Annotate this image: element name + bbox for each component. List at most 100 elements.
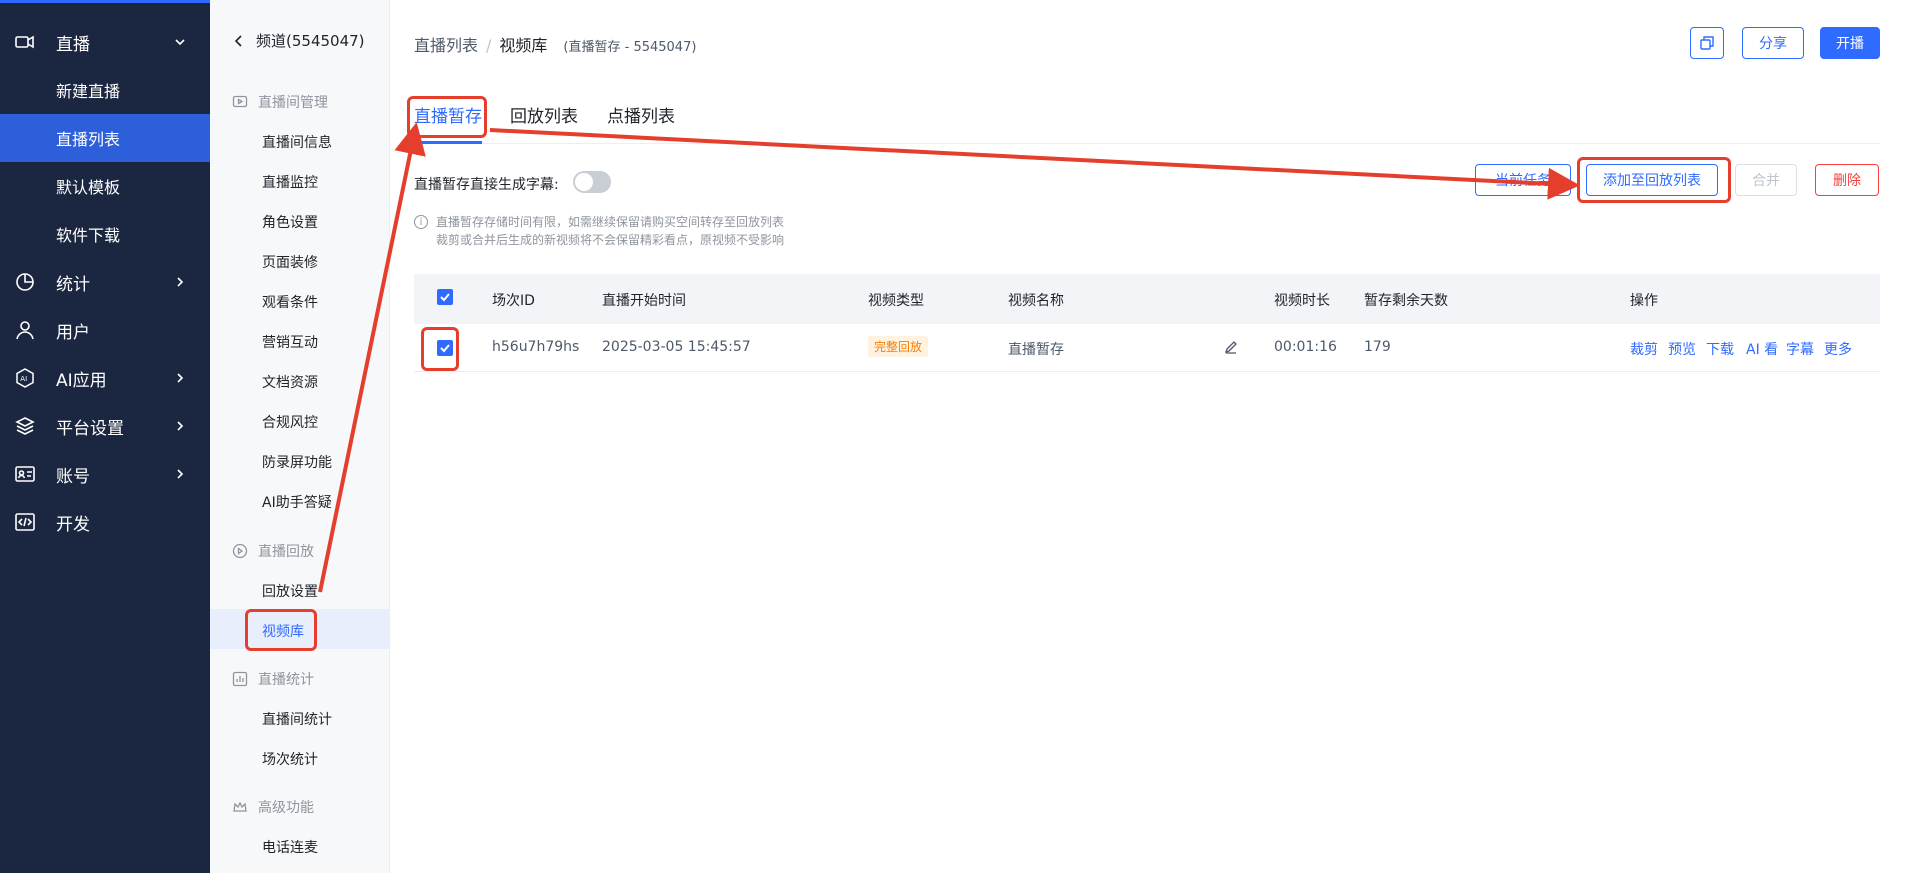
side-item-ai-assistant[interactable]: AI助手答疑 — [262, 492, 332, 512]
nav-item-default-template[interactable]: 默认模板 — [0, 162, 210, 210]
cell-start-time: 2025-03-05 15:45:57 — [602, 339, 751, 355]
crumb-meta: (直播暂存 - 5545047) — [563, 40, 697, 55]
back-to-channel[interactable]: 频道(5545047) — [232, 30, 365, 51]
ai-hexagon-icon: AI — [14, 367, 36, 389]
nav-label: 默认模板 — [56, 178, 121, 197]
user-icon — [14, 319, 36, 341]
info-icon: i — [414, 215, 428, 229]
start-live-button[interactable]: 开播 — [1820, 27, 1880, 59]
main-nav: 直播 新建直播 直播列表 默认模板 软件下载 统计 用户 AI AI应用 平台设… — [0, 0, 210, 873]
video-type-badge: 完整回放 — [868, 336, 929, 357]
cell-remaining-days: 179 — [1364, 339, 1391, 355]
nav-label: 平台设置 — [56, 418, 124, 439]
side-item-documents[interactable]: 文档资源 — [262, 372, 318, 392]
side-group-stats: 直播统计 — [232, 669, 314, 689]
copy-icon — [1700, 36, 1714, 50]
nav-item-platform-settings[interactable]: 平台设置 — [0, 402, 210, 450]
channel-label: 频道(5545047) — [256, 32, 365, 50]
side-group-label: 高级功能 — [258, 800, 314, 816]
side-item-room-info[interactable]: 直播间信息 — [262, 132, 332, 152]
nav-label: 用户 — [56, 322, 90, 343]
tab-vod-list[interactable]: 点播列表 — [607, 102, 675, 127]
col-remaining-days: 暂存剩余天数 — [1364, 293, 1448, 309]
id-card-icon — [14, 463, 36, 485]
nav-item-ai-apps[interactable]: AI AI应用 — [0, 354, 210, 402]
chevron-left-icon — [234, 34, 242, 47]
side-item-monitor[interactable]: 直播监控 — [262, 172, 318, 192]
nav-label: AI应用 — [56, 370, 107, 391]
side-item-anti-record[interactable]: 防录屏功能 — [262, 452, 332, 472]
subtitle-toggle-label: 直播暂存直接生成字幕: — [414, 177, 559, 193]
nav-label: 直播列表 — [56, 130, 121, 149]
layers-icon — [14, 415, 36, 437]
side-item-roles[interactable]: 角色设置 — [262, 212, 318, 232]
playback-icon — [232, 543, 248, 559]
main-content: 直播列表 / 视频库 (直播暂存 - 5545047) 分享 开播 直播暂存 回… — [390, 0, 1906, 873]
nav-label: 开发 — [56, 514, 90, 535]
nav-item-develop[interactable]: 开发 — [0, 498, 210, 546]
nav-item-live[interactable]: 直播 — [0, 18, 210, 66]
tab-playback-list[interactable]: 回放列表 — [510, 102, 578, 127]
channel-sidebar: 频道(5545047) 直播间管理 直播间信息 直播监控 角色设置 页面装修 观… — [210, 0, 390, 873]
side-item-room-stats[interactable]: 直播间统计 — [262, 709, 332, 729]
chevron-right-icon — [177, 277, 184, 287]
notice-line: 直播暂存存储时间有限，如需继续保留请购买空间转存至回放列表 — [436, 215, 785, 229]
op-more[interactable]: 更多 — [1824, 339, 1852, 359]
select-all-checkbox[interactable] — [437, 289, 453, 305]
op-clip[interactable]: 裁剪 — [1630, 339, 1658, 359]
side-group-label: 直播回放 — [258, 544, 314, 560]
op-preview[interactable]: 预览 — [1668, 339, 1696, 359]
share-button[interactable]: 分享 — [1742, 27, 1804, 59]
nav-item-users[interactable]: 用户 — [0, 306, 210, 354]
toggle-knob — [575, 173, 593, 191]
col-duration: 视频时长 — [1274, 293, 1330, 309]
crown-icon — [233, 801, 247, 812]
bar-chart-icon — [232, 671, 248, 687]
nav-top-accent — [0, 0, 210, 3]
nav-item-stats[interactable]: 统计 — [0, 258, 210, 306]
side-item-compliance[interactable]: 合规风控 — [262, 412, 318, 432]
breadcrumb: 直播列表 / 视频库 (直播暂存 - 5545047) — [414, 32, 696, 56]
side-item-decoration[interactable]: 页面装修 — [262, 252, 318, 272]
nav-label: 新建直播 — [56, 82, 121, 101]
side-item-phone-mic[interactable]: 电话连麦 — [262, 837, 318, 857]
nav-item-account[interactable]: 账号 — [0, 450, 210, 498]
merge-button[interactable]: 合并 — [1735, 164, 1797, 196]
cell-duration: 00:01:16 — [1274, 339, 1337, 355]
side-group-live-room: 直播间管理 — [232, 92, 328, 112]
crumb-current: 视频库 — [499, 36, 548, 55]
cell-video-name: 直播暂存 — [1008, 342, 1064, 358]
chevron-right-icon — [177, 469, 184, 479]
side-item-watch-conditions[interactable]: 观看条件 — [262, 292, 318, 312]
nav-label: 统计 — [56, 274, 90, 295]
delete-button[interactable]: 删除 — [1815, 164, 1879, 196]
op-ai-watch[interactable]: AI 看 — [1746, 339, 1778, 359]
current-task-button[interactable]: 当前任务 — [1475, 164, 1571, 196]
svg-text:AI: AI — [20, 375, 27, 383]
op-download[interactable]: 下载 — [1706, 339, 1734, 359]
notice-line: 裁剪或合并后生成的新视频将不会保留精彩看点，原视频不受影响 — [436, 233, 785, 247]
copy-button[interactable] — [1690, 27, 1724, 59]
tab-active-underline — [414, 141, 482, 144]
crumb-parent[interactable]: 直播列表 — [414, 32, 478, 56]
chevron-right-icon — [177, 373, 184, 383]
nav-item-software-download[interactable]: 软件下载 — [0, 210, 210, 258]
nav-item-new-live[interactable]: 新建直播 — [0, 66, 210, 114]
highlight-tab-live-temp — [407, 96, 487, 138]
edit-pencil-icon[interactable] — [1224, 340, 1238, 354]
highlight-add-button — [1577, 157, 1731, 203]
table-header: 场次ID 直播开始时间 视频类型 视频名称 视频时长 暂存剩余天数 操作 — [414, 274, 1880, 324]
nav-item-live-list[interactable]: 直播列表 — [0, 114, 210, 162]
code-icon — [14, 511, 36, 533]
nav-label: 账号 — [56, 466, 90, 487]
chevron-right-icon — [177, 421, 184, 431]
col-session-id: 场次ID — [492, 293, 535, 309]
side-item-marketing[interactable]: 营销互动 — [262, 332, 318, 352]
subtitle-toggle[interactable] — [573, 171, 611, 193]
nav-label: 直播 — [56, 34, 90, 55]
nav-label: 软件下载 — [56, 226, 121, 245]
table-row: h56u7h79hs 2025-03-05 15:45:57 完整回放 直播暂存… — [414, 324, 1880, 372]
op-subtitle[interactable]: 字幕 — [1786, 339, 1814, 359]
side-item-playback-settings[interactable]: 回放设置 — [262, 581, 318, 601]
side-item-session-stats[interactable]: 场次统计 — [262, 749, 318, 769]
